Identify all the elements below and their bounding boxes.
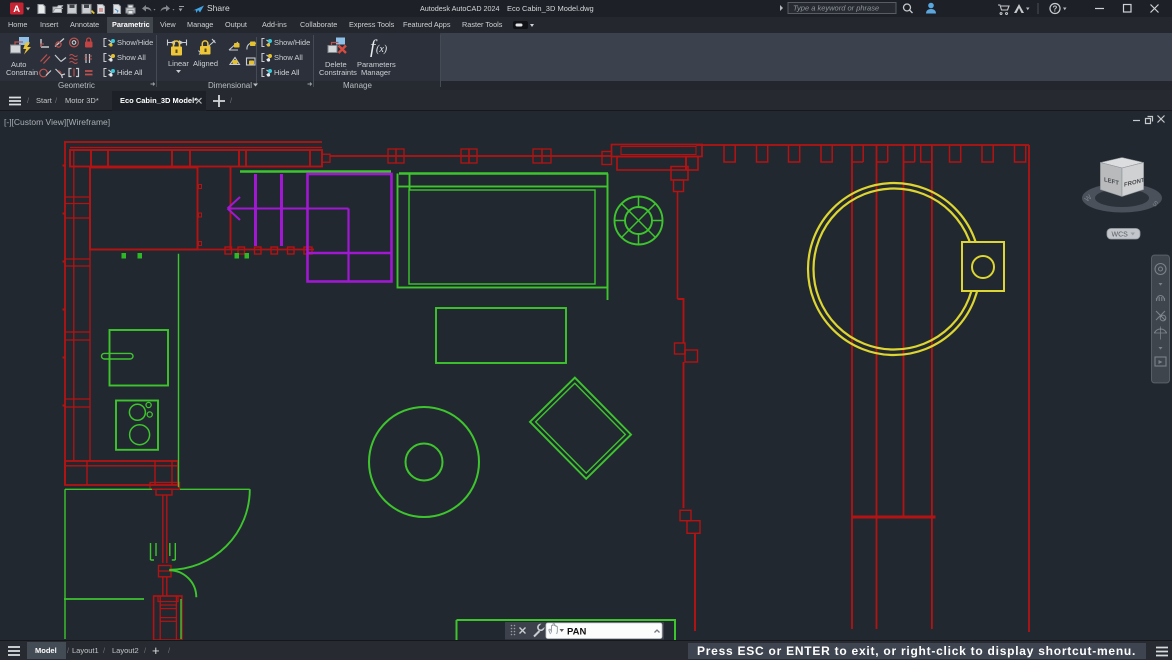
svg-text:PAN: PAN [567,627,586,638]
svg-text:Type a keyword or phrase: Type a keyword or phrase [793,4,879,13]
svg-text:A: A [13,4,20,15]
svg-text:(x): (x) [376,44,388,55]
svg-text:[-][Custom View][Wireframe]: [-][Custom View][Wireframe] [4,117,110,127]
svg-text:WCS: WCS [1112,232,1129,239]
svg-text:?: ? [1053,5,1058,14]
